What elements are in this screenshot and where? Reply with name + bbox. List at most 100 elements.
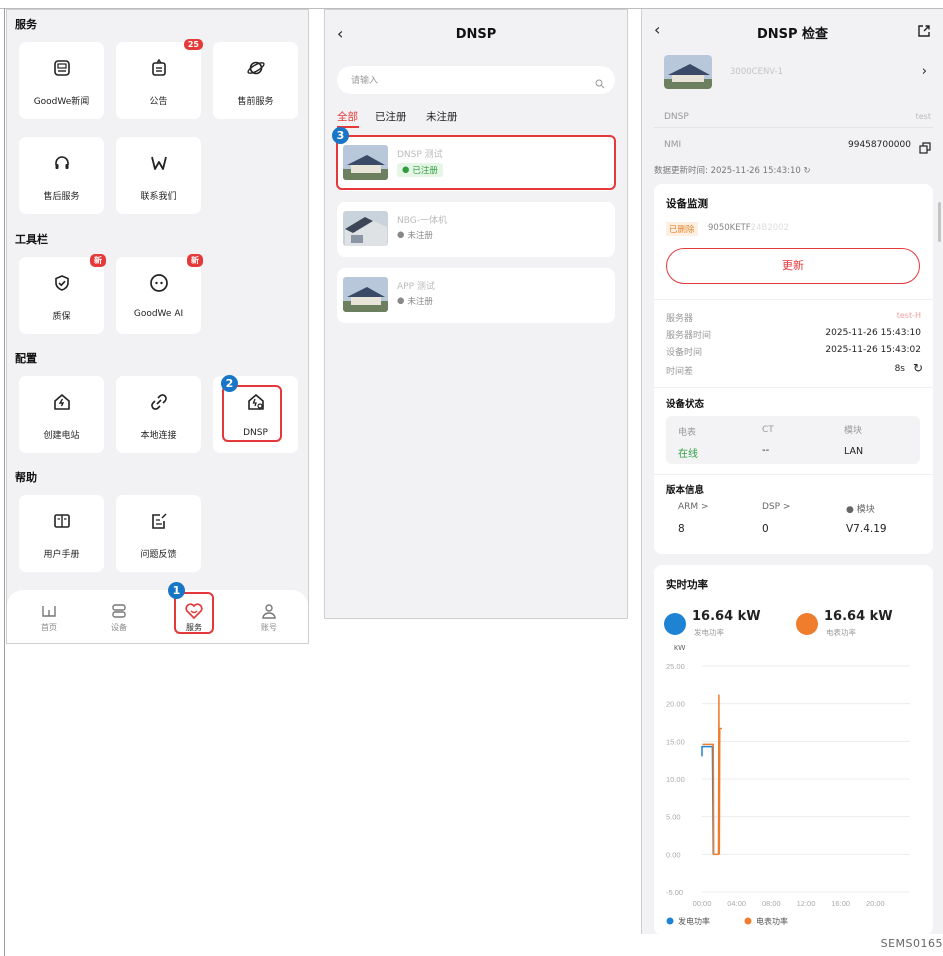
dnsp-list-screen: ‹ DNSP 请输入 全部 已注册 未注册 DNSP 测试 ● 已注册 3 NBG…: [324, 9, 628, 619]
tile-label: 售前服务: [237, 97, 274, 107]
divider: [654, 299, 933, 300]
tab-label: 首页: [41, 623, 57, 632]
deleted-tag: 已删除: [666, 222, 698, 236]
tile-contact[interactable]: 联系我们: [116, 137, 201, 214]
tile-label: 质保: [52, 312, 71, 322]
refresh-icon[interactable]: ↻: [804, 166, 811, 176]
tile-goodwe-ai[interactable]: GoodWe AI 新: [116, 254, 203, 334]
tile-aftersale[interactable]: 售后服务: [19, 137, 104, 214]
list-item[interactable]: NBG-一体机 ● 未注册: [337, 202, 615, 257]
tile-warranty[interactable]: 质保 新: [19, 254, 106, 334]
copy-icon[interactable]: [919, 139, 931, 158]
tile-presale[interactable]: 售前服务: [213, 42, 298, 119]
nmi-label: NMI: [664, 140, 682, 150]
tile-goodwe-news[interactable]: GoodWe新闻: [19, 42, 104, 119]
share-icon[interactable]: [917, 23, 931, 42]
edit-note-icon: [116, 510, 201, 532]
time-diff-label: 时间差: [666, 367, 694, 377]
legend-label: 电表功率: [756, 916, 788, 926]
meter-power-label: 电表功率: [826, 628, 856, 637]
search-placeholder: 请输入: [351, 76, 379, 86]
step-badge-3: 3: [332, 127, 349, 144]
device-sn: 9050KETF24B2002: [708, 223, 789, 233]
list-item[interactable]: APP 测试 ● 未注册: [337, 268, 615, 323]
series-line-gen: [701, 745, 715, 855]
x-tick-label: 00:00: [693, 899, 712, 908]
divider: [654, 127, 933, 128]
tile-label: GoodWe AI: [133, 309, 184, 319]
version-header-arm[interactable]: ARM >: [678, 502, 709, 512]
news-icon: [19, 57, 104, 79]
tab-devices[interactable]: 设备: [94, 602, 144, 633]
gen-power-value: 16.64 kW: [692, 609, 761, 624]
highlight-dnsp: [222, 385, 282, 442]
dnsp-check-screen: ‹ DNSP 检查 3000CENV-1 › DNSP test NMI 994…: [641, 9, 943, 934]
search-input[interactable]: 请输入: [337, 66, 615, 94]
section-title-tools: 工具栏: [15, 233, 48, 246]
sync-clock-icon[interactable]: ↻: [913, 361, 923, 375]
update-button[interactable]: 更新: [666, 248, 920, 284]
y-tick-label: 25.00: [666, 662, 685, 671]
gen-power-label: 发电功率: [694, 628, 724, 637]
version-header-dsp[interactable]: DSP >: [762, 502, 790, 512]
frame-left-line: [4, 8, 5, 956]
legend-label: 发电功率: [678, 916, 710, 926]
tile-local-connect[interactable]: 本地连接: [116, 376, 201, 453]
tab-label: 账号: [261, 623, 277, 632]
divider: [654, 474, 933, 475]
step-badge-1: 1: [168, 582, 185, 599]
site-photo: [343, 211, 388, 246]
tile-create-plant[interactable]: 创建电站: [19, 376, 104, 453]
y-axis-label: kW: [674, 645, 686, 652]
status-badge: ● 未注册: [397, 229, 433, 241]
status-header: CT: [762, 425, 774, 435]
page-title: DNSP 检查: [756, 27, 829, 42]
device-sn-blurred: 24B2002: [750, 223, 789, 233]
tab-account[interactable]: 账号: [244, 602, 294, 633]
update-time: 数据更新时间: 2025-11-26 15:43:10 ↻: [654, 164, 811, 176]
tab-registered[interactable]: 已注册: [375, 109, 407, 124]
device-time-value: 2025-11-26 15:43:02: [825, 345, 921, 355]
section-title-config: 配置: [15, 352, 37, 365]
status-text: 未注册: [407, 231, 433, 241]
notice-count-badge: 25: [183, 39, 203, 50]
shield-check-icon: [19, 272, 104, 294]
time-diff-value: 8s: [894, 364, 905, 374]
status-value: --: [762, 445, 770, 456]
status-value: LAN: [844, 446, 864, 457]
ai-chat-icon: [116, 272, 201, 294]
step-badge-2: 2: [221, 375, 238, 392]
tile-label: 售后服务: [43, 192, 80, 202]
server-label: 服务器: [666, 314, 694, 324]
x-tick-label: 20:00: [866, 899, 885, 908]
tile-user-manual[interactable]: 用户手册: [19, 495, 104, 572]
tab-all[interactable]: 全部: [337, 109, 358, 124]
tile-notice[interactable]: 公告 25: [116, 39, 203, 119]
tile-feedback[interactable]: 问题反馈: [116, 495, 201, 572]
tile-label: 本地连接: [140, 431, 177, 441]
tab-home[interactable]: 首页: [24, 602, 74, 633]
notice-icon: [116, 57, 201, 79]
y-tick-label: 10.00: [666, 775, 685, 784]
page-title: DNSP: [455, 27, 497, 42]
site-photo: [343, 277, 388, 312]
status-text: 未注册: [407, 297, 433, 307]
service-screen: 服务 GoodWe新闻 公告 25 售前服务 售后服务 联系我们 工具栏 质保 …: [6, 9, 309, 644]
y-tick-label: 20.00: [666, 700, 685, 709]
highlight-service-tab: [174, 592, 214, 634]
status-header: 电表: [678, 428, 697, 438]
power-line-chart: kW 25.00 20.00 15.00 10.00 5.00 0.00 -5.00 00:00…: [666, 645, 910, 926]
minus-circle-icon: ●: [397, 230, 405, 240]
house-bolt-icon: [19, 391, 104, 413]
device-row[interactable]: 3000CENV-1 ›: [654, 49, 933, 99]
headset-icon: [19, 152, 104, 174]
dnsp-value: test: [915, 112, 931, 121]
tab-unregistered[interactable]: 未注册: [426, 109, 458, 124]
x-tick-label: 08:00: [762, 899, 781, 908]
scrollbar[interactable]: [938, 202, 941, 242]
site-name: NBG-一体机: [397, 216, 447, 226]
device-sn-visible: 9050KETF: [708, 223, 751, 233]
y-tick-label: 5.00: [666, 813, 681, 822]
section-title-help: 帮助: [15, 471, 37, 484]
x-tick-label: 16:00: [831, 899, 850, 908]
